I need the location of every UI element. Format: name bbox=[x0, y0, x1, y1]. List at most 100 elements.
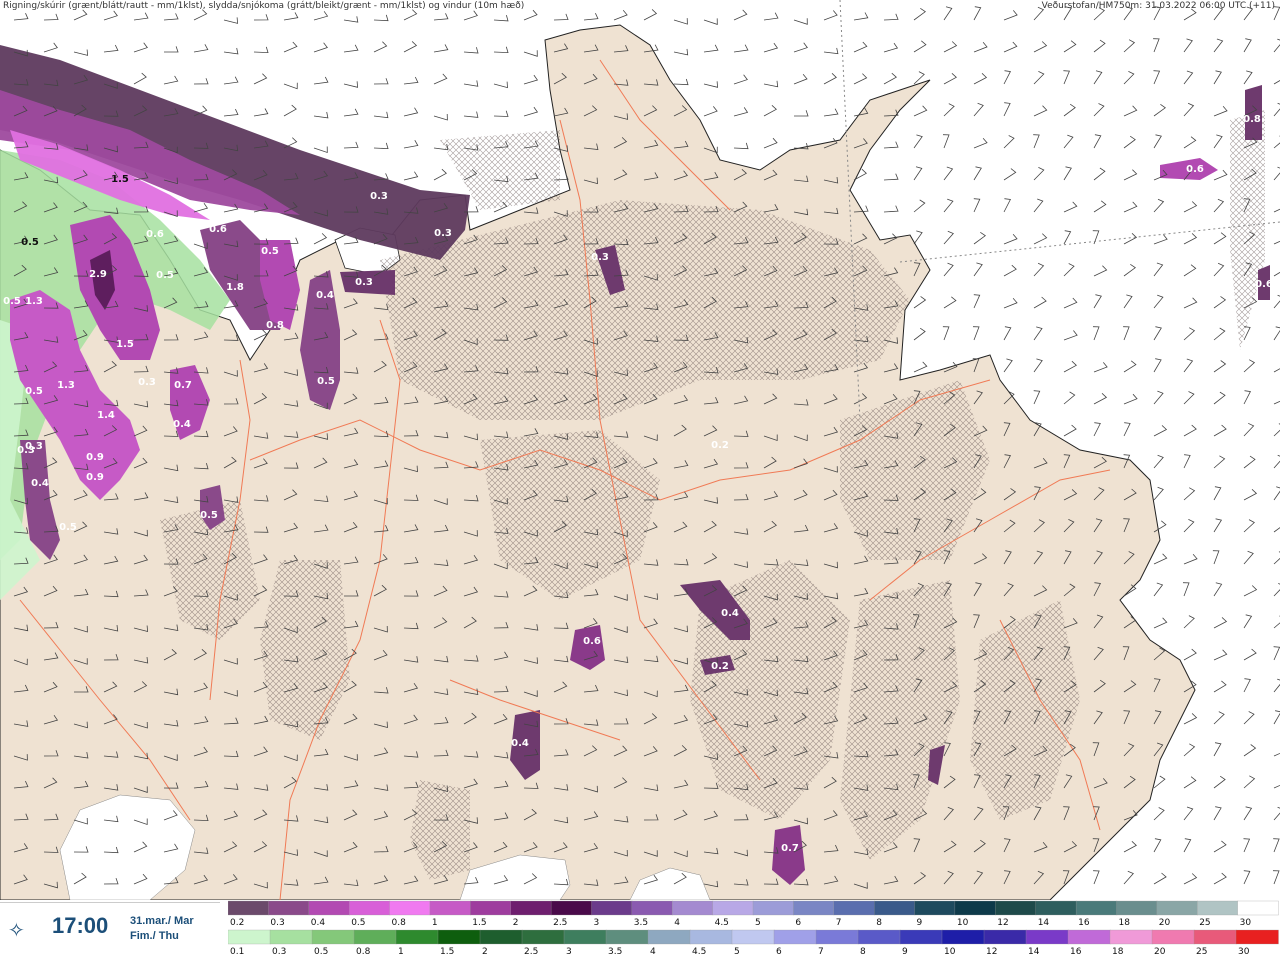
precip-label: 0.5 bbox=[317, 376, 335, 387]
legend-swatch bbox=[1109, 929, 1153, 945]
legend-tick: 9 bbox=[917, 918, 923, 928]
legend-tick: 4 bbox=[674, 918, 680, 928]
legend-swatch bbox=[550, 900, 593, 916]
forecast-time: 17:00 bbox=[52, 913, 109, 938]
legend-tick: 0.5 bbox=[351, 918, 365, 928]
legend-swatch bbox=[563, 929, 607, 945]
precip-label: 0.3 bbox=[355, 277, 373, 288]
precip-label: 0.6 bbox=[1255, 279, 1273, 290]
precip-label: 1.3 bbox=[57, 380, 75, 391]
legend-tick: 16 bbox=[1070, 947, 1082, 957]
legend-tick: 6 bbox=[795, 918, 801, 928]
legend-swatch bbox=[983, 929, 1027, 945]
legend-swatch bbox=[631, 900, 673, 916]
legend-tick: 14 bbox=[1028, 947, 1040, 957]
legend-swatch bbox=[1116, 900, 1158, 916]
precip-label: 0.7 bbox=[781, 843, 799, 854]
legend-tick: 1.5 bbox=[440, 947, 454, 957]
precip-label: 0.5 bbox=[21, 237, 39, 248]
legend-tick: 3.5 bbox=[634, 918, 648, 928]
legend-tick: 30 bbox=[1238, 947, 1250, 957]
legend-tick: 0.3 bbox=[272, 947, 286, 957]
legend-tick: 16 bbox=[1078, 918, 1090, 928]
legend-swatch bbox=[353, 929, 397, 945]
legend-tick: 0.8 bbox=[356, 947, 371, 957]
legend-swatch bbox=[429, 900, 471, 916]
legend-tick: 20 bbox=[1154, 947, 1166, 957]
legend-tick: 7 bbox=[836, 918, 842, 928]
legend-swatch bbox=[389, 900, 431, 916]
precip-label: 0.2 bbox=[711, 661, 729, 672]
rain-color-scale: 0.1 0.3 0.5 0.8 1 1.5 2 2.5 3 3.5 4 4.5 5 6 7 8 9 10 12 14 1… bbox=[228, 929, 1279, 957]
precip-label: 0.4 bbox=[721, 608, 739, 619]
legend-swatch bbox=[308, 900, 350, 916]
time-panel bbox=[0, 902, 220, 959]
precip-label: 0.6 bbox=[583, 636, 601, 647]
legend-swatch bbox=[672, 900, 714, 916]
legend-tick: 5 bbox=[755, 918, 761, 928]
precip-label: 0.6 bbox=[1186, 164, 1204, 175]
precip-label: 0.4 bbox=[173, 419, 191, 430]
legend-swatch bbox=[995, 900, 1037, 916]
legend-swatch bbox=[228, 900, 270, 916]
precip-label: 0.3 bbox=[138, 377, 156, 388]
precipitation-legend: 0.2 0.3 0.4 0.5 0.8 1 1.5 2 2.5 3 3.5 4 4.5 5 6 7 8 9 10 12… bbox=[228, 900, 1279, 957]
legend-swatch bbox=[1235, 929, 1279, 945]
legend-tick: 0.8 bbox=[392, 918, 407, 928]
legend-swatch bbox=[1075, 900, 1118, 916]
legend-swatch bbox=[1035, 900, 1077, 916]
legend-tick: 10 bbox=[944, 947, 956, 957]
legend-tick: 0.2 bbox=[230, 918, 244, 928]
precip-label: 0.9 bbox=[86, 472, 104, 483]
legend-tick: 0.3 bbox=[270, 918, 284, 928]
legend-tick: 2.5 bbox=[524, 947, 538, 957]
precip-label: 1.3 bbox=[25, 296, 43, 307]
legend-tick: 20 bbox=[1159, 918, 1171, 928]
legend-tick: 3 bbox=[594, 918, 600, 928]
precip-label: 0.3 bbox=[17, 445, 35, 456]
legend-swatch bbox=[874, 900, 916, 916]
legend-swatch bbox=[1237, 900, 1279, 916]
precip-label: 0.2 bbox=[711, 440, 729, 451]
forecast-weekday: Fim./ Thu bbox=[130, 930, 179, 942]
legend-tick: 4.5 bbox=[715, 918, 729, 928]
legend-tick: 1.5 bbox=[472, 918, 486, 928]
legend-swatch bbox=[689, 929, 733, 945]
legend-tick: 2.5 bbox=[553, 918, 567, 928]
legend-swatch bbox=[311, 929, 355, 945]
model-run-info: Veðurstofan/HM750m: 31.03.2022 06:00 UTC… bbox=[1041, 1, 1275, 11]
legend-swatch bbox=[510, 900, 552, 916]
legend-tick: 2 bbox=[482, 947, 488, 957]
legend-tick: 4.5 bbox=[692, 947, 706, 957]
legend-swatch bbox=[647, 929, 691, 945]
wind-compass-icon: ✧ bbox=[8, 918, 25, 942]
legend-tick: 2 bbox=[513, 918, 519, 928]
legend-swatch bbox=[773, 929, 817, 945]
legend-swatch bbox=[349, 900, 391, 916]
precip-label: 0.8 bbox=[266, 320, 284, 331]
precip-label: 0.5 bbox=[200, 510, 218, 521]
legend-swatch bbox=[793, 900, 835, 916]
legend-swatch bbox=[479, 929, 523, 945]
legend-tick: 8 bbox=[860, 947, 866, 957]
precip-label: 1.4 bbox=[97, 410, 115, 421]
weather-map[interactable]: 0.3 0.3 0.3 1.5 0.5 0.6 0.6 0.6 0.5 2.9 1.3 0.5 1.8 0… bbox=[0, 0, 1280, 900]
legend-tick: 14 bbox=[1038, 918, 1050, 928]
legend-tick: 1 bbox=[398, 947, 404, 957]
legend-swatch bbox=[1151, 929, 1195, 945]
legend-tick: 0.5 bbox=[314, 947, 328, 957]
legend-tick: 4 bbox=[650, 947, 656, 957]
precip-label: 0.4 bbox=[511, 738, 529, 749]
precip-label: 1.5 bbox=[111, 174, 129, 185]
legend-swatch bbox=[815, 929, 859, 945]
legend-swatch bbox=[1156, 900, 1198, 916]
forecast-date: 31.mar./ Mar bbox=[130, 915, 194, 927]
precip-label: 0.3 bbox=[591, 252, 609, 263]
precip-label: 0.4 bbox=[31, 478, 49, 489]
legend-swatch bbox=[1025, 929, 1069, 945]
legend-swatch bbox=[857, 929, 901, 945]
precip-label: 0.6 bbox=[209, 224, 227, 235]
legend-swatch bbox=[437, 929, 481, 945]
precip-label: 0.8 bbox=[1243, 114, 1261, 125]
legend-tick: 25 bbox=[1199, 918, 1210, 928]
